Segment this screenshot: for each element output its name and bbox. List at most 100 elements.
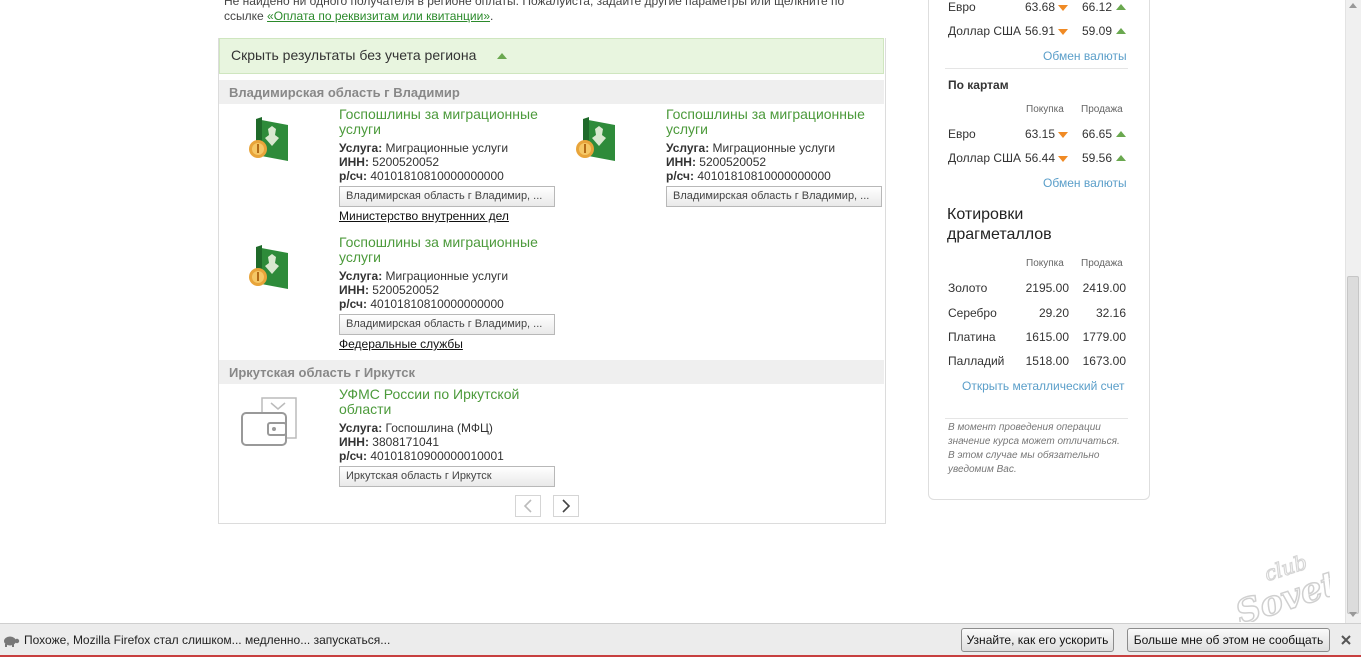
metal-name: Платина (948, 330, 996, 344)
inn-field: ИНН: 5200520052 (339, 155, 439, 169)
recipient-title-link[interactable]: УФМС России по Иркутской области (339, 387, 554, 417)
rate-up-icon (1116, 131, 1126, 137)
inn-field: ИНН: 5200520052 (666, 155, 766, 169)
region-select-button[interactable]: Иркутская область г Иркутск (339, 466, 555, 487)
hide-results-label: Скрыть результаты без учета региона (231, 47, 477, 63)
rate-down-icon (1058, 29, 1068, 35)
pay-by-details-link[interactable]: «Оплата по реквизитам или квитанции» (267, 9, 490, 23)
region-select-button[interactable]: Владимирская область г Владимир, ... (339, 186, 555, 207)
region-select-button[interactable]: Владимирская область г Владимир, ... (666, 186, 882, 207)
inn-label: ИНН: (666, 155, 696, 169)
open-metal-account-link[interactable]: Открыть металлический счет (962, 379, 1125, 393)
chevron-left-icon (523, 499, 532, 513)
dont-show-again-button[interactable]: Больше мне об этом не сообщать (1127, 628, 1330, 652)
metal-buy: 2195.00 (1025, 281, 1069, 295)
inn-label: ИНН: (339, 155, 369, 169)
account-field: р/сч: 40101810810000000000 (339, 169, 504, 183)
rate-currency: Евро (948, 0, 976, 14)
scroll-down-arrow-icon[interactable] (1349, 612, 1357, 617)
metal-buy: 29.20 (1038, 306, 1069, 320)
next-page-button[interactable] (553, 495, 579, 517)
scroll-up-arrow-icon[interactable] (1349, 3, 1357, 8)
rates-disclaimer: В момент проведения операции значение ку… (948, 422, 1120, 475)
recipient-title-link[interactable]: Госпошлины за миграционные услуги (339, 107, 554, 137)
notification-message: Похоже, Mozilla Firefox стал слишком... … (24, 633, 391, 647)
notice-line-1: Не найдено ни одного получателя в регион… (224, 0, 845, 8)
col-buy-header: Покупка (1026, 104, 1064, 115)
region-name: Владимирская область г Владимир (229, 85, 460, 100)
account-label: р/сч: (666, 169, 694, 183)
col-sell-header: Продажа (1081, 104, 1123, 115)
rate-sell: 59.56 (1081, 151, 1112, 165)
metal-name: Серебро (948, 306, 997, 320)
firefox-notification-bar: Похоже, Mozilla Firefox стал слишком... … (0, 623, 1361, 657)
region-header-vladimir: Владимирская область г Владимир (219, 80, 884, 104)
metal-sell: 32.16 (1095, 306, 1126, 320)
metals-title-line-2: драгметаллов (947, 226, 1052, 243)
service-value: Госпошлина (МФЦ) (385, 421, 493, 435)
no-recipients-notice: Не найдено ни одного получателя в регион… (224, 0, 884, 24)
mvd-emblem-icon (249, 245, 288, 289)
metals-title-line-1: Котировки (947, 206, 1024, 223)
recipient-title-link[interactable]: Госпошлины за миграционные услуги (666, 107, 881, 137)
rate-down-icon (1058, 156, 1068, 162)
rate-up-icon (1116, 155, 1126, 161)
service-label: Услуга: (339, 141, 383, 155)
prev-page-button[interactable] (515, 495, 541, 517)
region-select-button[interactable]: Владимирская область г Владимир, ... (339, 314, 555, 335)
exchange-link[interactable]: Обмен валюты (1043, 176, 1127, 190)
divider (945, 418, 1128, 419)
close-icon[interactable] (1340, 634, 1352, 646)
inn-label: ИНН: (339, 283, 369, 297)
rate-currency: Евро (948, 127, 976, 141)
rate-down-icon (1058, 132, 1068, 138)
mvd-emblem-icon (576, 117, 615, 161)
account-field: р/сч: 40101810810000000000 (339, 297, 504, 311)
recipient-title-link[interactable]: Госпошлины за миграционные услуги (339, 235, 554, 265)
category-link-mvd[interactable]: Министерство внутренних дел (339, 209, 509, 223)
account-value: 40101810810000000000 (370, 169, 504, 183)
service-label: Услуга: (666, 141, 710, 155)
service-field: Услуга: Миграционные услуги (666, 141, 835, 155)
metal-name: Золото (948, 281, 988, 295)
metal-sell: 1779.00 (1082, 330, 1126, 344)
chevron-right-icon (562, 499, 571, 513)
region-name: Иркутская область г Иркутск (229, 365, 416, 380)
account-label: р/сч: (339, 297, 367, 311)
hide-results-toggle[interactable]: Скрыть результаты без учета региона (219, 38, 884, 74)
divider (945, 68, 1128, 69)
inn-value: 5200520052 (699, 155, 767, 169)
metal-buy: 1615.00 (1025, 330, 1069, 344)
account-value: 40101810810000000000 (370, 297, 504, 311)
inn-value: 5200520052 (372, 155, 440, 169)
metals-title: Котировки драгметаллов (947, 205, 1052, 245)
turtle-icon (4, 636, 20, 647)
rate-up-icon (1116, 4, 1126, 10)
service-value: Миграционные услуги (385, 141, 509, 155)
speed-up-button[interactable]: Узнайте, как его ускорить (961, 628, 1114, 652)
category-link-federal[interactable]: Федеральные службы (339, 337, 463, 351)
notice-line-2-suffix: . (490, 9, 494, 23)
service-value: Миграционные услуги (385, 269, 509, 283)
service-field: Услуга: Миграционные услуги (339, 141, 508, 155)
col-sell-header: Продажа (1081, 258, 1123, 269)
scrollbar-thumb[interactable] (1347, 276, 1359, 614)
account-label: р/сч: (339, 449, 367, 463)
collapse-arrow-icon (497, 53, 507, 59)
account-value: 40101810810000000000 (697, 169, 831, 183)
wallet-icon (241, 397, 297, 446)
service-field: Услуга: Миграционные услуги (339, 269, 508, 283)
inn-label: ИНН: (339, 435, 369, 449)
account-label: р/сч: (339, 169, 367, 183)
col-buy-header: Покупка (1026, 258, 1064, 269)
rate-buy: 56.91 (1024, 24, 1055, 38)
account-field: р/сч: 40101810810000000000 (666, 169, 831, 183)
account-field: р/сч: 40101810900000010001 (339, 449, 504, 463)
metal-name: Палладий (948, 354, 1005, 368)
cards-title: По картам (948, 78, 1009, 92)
rate-sell: 66.12 (1081, 0, 1112, 14)
exchange-link[interactable]: Обмен валюты (1043, 49, 1127, 63)
metal-sell: 1673.00 (1082, 354, 1126, 368)
inn-value: 5200520052 (372, 283, 440, 297)
metal-buy: 1518.00 (1025, 354, 1069, 368)
